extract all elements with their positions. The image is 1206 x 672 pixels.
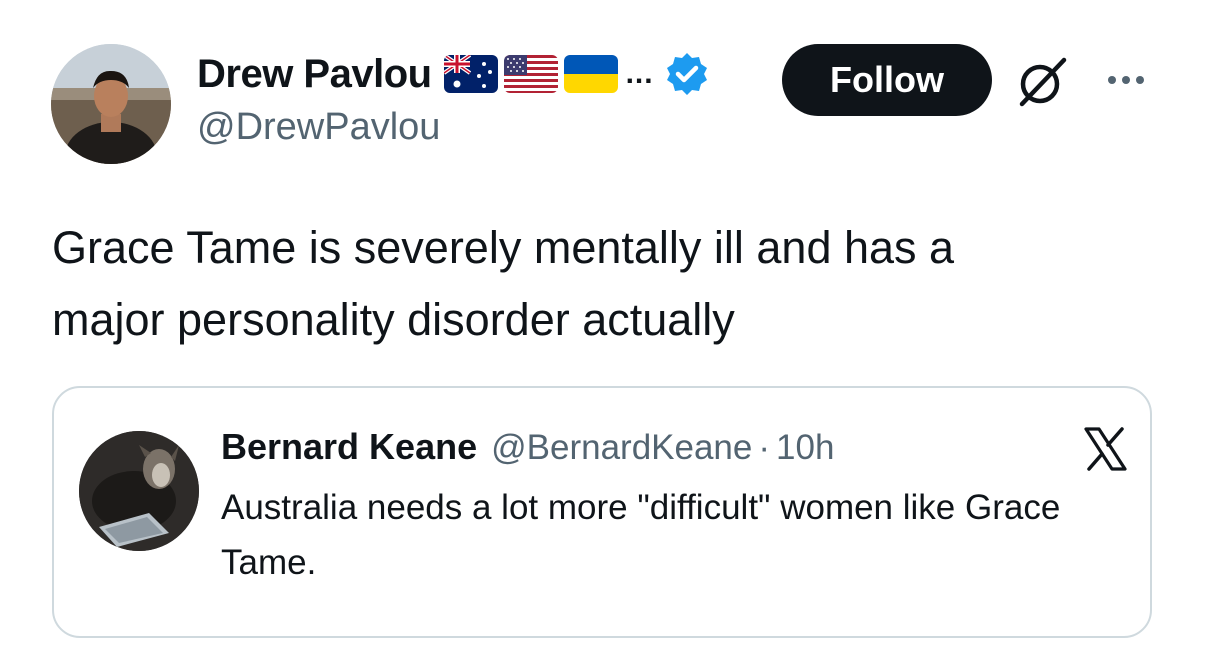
author-display-name[interactable]: Drew Pavlou — [197, 52, 432, 97]
author-flags — [443, 55, 618, 93]
tweet-text: Grace Tame is severely mentally ill and … — [52, 222, 955, 345]
quote-header: Bernard Keane @BernardKeane · 10h — [221, 426, 834, 468]
grok-icon[interactable] — [1012, 52, 1072, 112]
more-dot — [1108, 76, 1116, 84]
quote-text: Australia needs a lot more "difficult" w… — [221, 488, 1061, 582]
quote-author-name[interactable]: Bernard Keane — [221, 426, 477, 468]
quote-separator: · — [758, 428, 771, 467]
x-logo-icon — [1084, 427, 1127, 471]
author-header: Drew Pavlou ... @DrewPavlou — [197, 48, 710, 149]
ukraine-flag-icon — [563, 55, 618, 93]
more-dot — [1136, 76, 1144, 84]
usa-flag-icon — [503, 55, 558, 93]
author-handle[interactable]: @DrewPavlou — [197, 106, 710, 149]
more-options-icon[interactable] — [1098, 60, 1154, 100]
author-avatar[interactable] — [51, 44, 171, 164]
author-name-overflow: ... — [625, 57, 654, 90]
quote-author-handle[interactable]: @BernardKeane — [491, 428, 752, 468]
follow-button[interactable]: Follow — [782, 44, 992, 116]
author-name-row: Drew Pavlou ... — [197, 48, 710, 100]
verified-badge-icon[interactable] — [664, 51, 710, 97]
australia-flag-icon — [443, 55, 498, 93]
more-dot — [1122, 76, 1130, 84]
quote-author-avatar[interactable] — [79, 431, 199, 551]
quote-timestamp[interactable]: 10h — [776, 428, 834, 468]
quoted-tweet-card[interactable]: Bernard Keane @BernardKeane · 10h Austra… — [52, 386, 1152, 638]
